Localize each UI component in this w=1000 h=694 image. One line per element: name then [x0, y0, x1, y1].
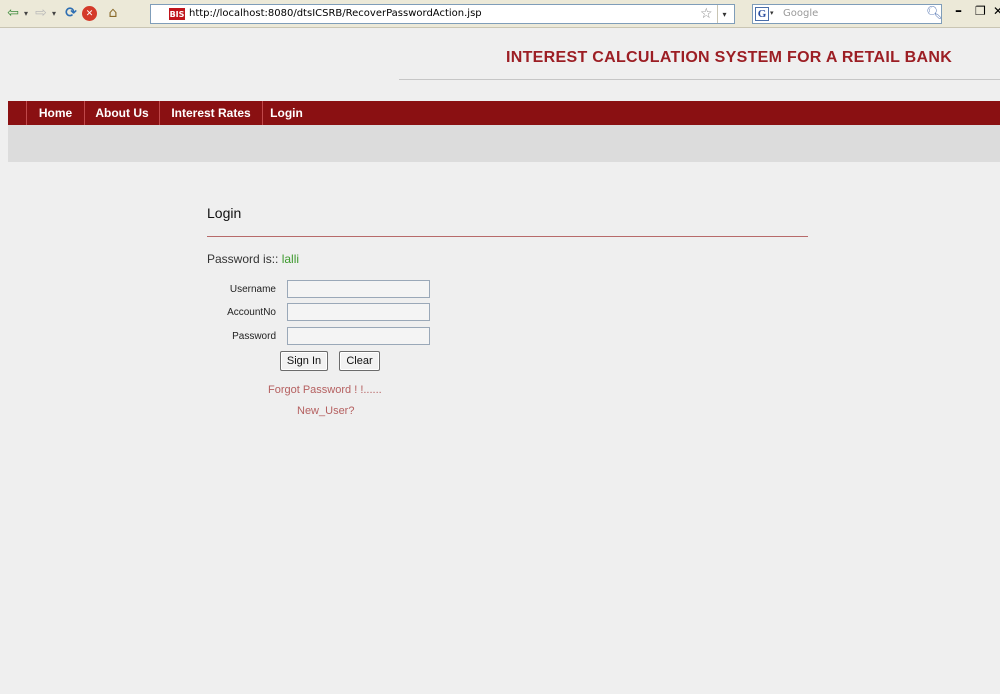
search-icon[interactable]: 🔍︎	[926, 6, 943, 21]
search-engine-dropdown-icon[interactable]: ▾	[770, 9, 774, 17]
search-engine-letter: G	[757, 8, 767, 20]
url-history-dropdown-icon[interactable]: ▾	[717, 5, 731, 23]
close-icon[interactable]: ✕	[993, 4, 1000, 18]
nav-about-us[interactable]: About Us	[84, 101, 159, 125]
new-user-link[interactable]: New_User?	[297, 405, 354, 417]
search-engine-icon[interactable]: G	[755, 7, 769, 21]
address-bar[interactable]: BIS http://localhost:8080/dtsICSRB/Recov…	[150, 4, 735, 24]
stop-icon[interactable]: ✕	[82, 6, 97, 21]
accountno-input[interactable]	[287, 303, 430, 321]
login-divider	[207, 236, 808, 237]
recovered-password: lalli	[281, 252, 300, 266]
header-divider	[399, 79, 1000, 80]
forgot-password-link[interactable]: Forgot Password ! !......	[268, 384, 382, 396]
nav-home[interactable]: Home	[26, 101, 84, 125]
message-prefix: Password is::	[207, 252, 279, 266]
browser-toolbar: ⇦ ▾ ⇨ ▾ ⟳ ✕ ⌂ BIS http://localhost:8080/…	[0, 0, 1000, 28]
site-favicon: BIS	[169, 8, 185, 20]
favicon-text: BIS	[169, 9, 185, 19]
reload-icon[interactable]: ⟳	[62, 5, 80, 21]
search-bar[interactable]: G ▾ Google 🔍︎	[752, 4, 943, 24]
sub-header-bar	[8, 125, 1000, 162]
login-heading: Login	[207, 205, 242, 221]
accountno-label: AccountNo	[227, 307, 276, 318]
home-icon[interactable]: ⌂	[104, 5, 122, 21]
restore-icon[interactable]: ❐	[975, 4, 986, 18]
clear-button[interactable]: Clear	[339, 351, 380, 371]
sign-in-button[interactable]: Sign In	[280, 351, 328, 371]
url-text[interactable]: http://localhost:8080/dtsICSRB/RecoverPa…	[189, 8, 482, 19]
bookmark-star-icon[interactable]: ☆	[700, 6, 713, 22]
main-nav: Home About Us Interest Rates Login	[8, 101, 1000, 125]
password-label: Password	[232, 331, 276, 342]
forward-arrow-icon[interactable]: ⇨	[32, 5, 50, 21]
username-label: Username	[229, 284, 276, 295]
minimize-icon[interactable]: –	[955, 3, 962, 19]
nav-interest-rates[interactable]: Interest Rates	[159, 101, 262, 125]
forward-history-dropdown-icon[interactable]: ▾	[50, 5, 58, 21]
back-history-dropdown-icon[interactable]: ▾	[22, 5, 30, 21]
password-input[interactable]	[287, 327, 430, 345]
password-recovery-message: Password is:: lalli	[207, 252, 299, 266]
site-title: INTEREST CALCULATION SYSTEM FOR A RETAIL…	[506, 49, 953, 66]
username-input[interactable]	[287, 280, 430, 298]
nav-login[interactable]: Login	[262, 101, 310, 125]
back-arrow-icon[interactable]: ⇦	[4, 5, 22, 21]
search-input[interactable]: Google	[783, 8, 818, 19]
